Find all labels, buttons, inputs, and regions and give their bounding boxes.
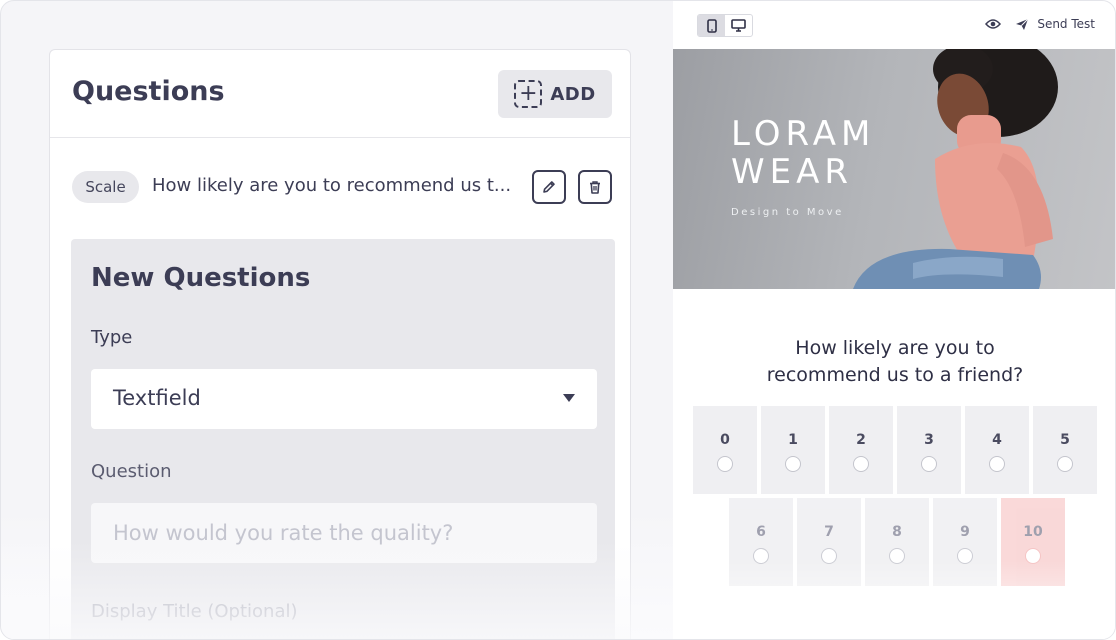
radio-circle-icon[interactable] (853, 456, 869, 472)
delete-question-button[interactable] (578, 170, 612, 204)
radio-circle-icon[interactable] (921, 456, 937, 472)
type-label: Type (91, 327, 133, 348)
survey-preview: Send Test LORAM WEAR Design to Move How … (673, 1, 1115, 639)
radio-circle-icon[interactable] (717, 456, 733, 472)
scale-option-3[interactable]: 3 (897, 406, 961, 494)
brand-line-2: WEAR (731, 152, 853, 192)
trash-icon (590, 181, 600, 194)
scale-option-label: 7 (824, 524, 834, 540)
mobile-icon (706, 18, 717, 33)
scale-option-label: 4 (992, 432, 1002, 448)
desktop-icon (731, 19, 746, 32)
question-input[interactable] (91, 503, 597, 563)
questions-header: Questions + ADD (50, 50, 630, 138)
brand-logo: LORAM WEAR (731, 115, 875, 191)
device-toggle (697, 14, 753, 37)
scale-option-5[interactable]: 5 (1033, 406, 1097, 494)
add-icon: + (514, 80, 543, 108)
question-label: Question (91, 461, 172, 482)
questions-title: Questions (72, 76, 225, 107)
radio-circle-icon[interactable] (889, 548, 905, 564)
mobile-view-button[interactable] (698, 15, 725, 36)
scale-option-label: 6 (756, 524, 766, 540)
question-list-item[interactable]: Scale How likely are you to recommend us… (50, 170, 630, 204)
scale-option-8[interactable]: 8 (865, 498, 929, 586)
send-test-label: Send Test (1037, 17, 1095, 31)
display-title-label: Display Title (Optional) (91, 601, 298, 622)
question-type-badge: Scale (72, 171, 139, 203)
preview-question-line-1: How likely are you to (795, 337, 995, 359)
app-frame: Questions + ADD Scale How likely are you… (0, 0, 1116, 640)
radio-circle-icon[interactable] (957, 548, 973, 564)
scale-option-label: 0 (720, 432, 730, 448)
radio-circle-icon[interactable] (1025, 548, 1041, 564)
new-question-form: New Questions Type Textfield Question Di… (71, 239, 615, 639)
type-select[interactable]: Textfield (91, 369, 597, 429)
scale-option-label: 3 (924, 432, 934, 448)
add-label: ADD (550, 83, 596, 105)
brand-line-1: LORAM (731, 114, 876, 154)
scale-option-4[interactable]: 4 (965, 406, 1029, 494)
scale-option-10[interactable]: 10 (1001, 498, 1065, 586)
desktop-view-button[interactable] (725, 15, 752, 36)
preview-question-line-2: recommend us to a friend? (766, 364, 1024, 386)
radio-circle-icon[interactable] (821, 548, 837, 564)
preview-question: How likely are you to recommend us to a … (673, 335, 1115, 389)
new-question-title: New Questions (91, 263, 311, 293)
caret-down-icon (563, 394, 575, 402)
scale-option-0[interactable]: 0 (693, 406, 757, 494)
hero-image: LORAM WEAR Design to Move (673, 49, 1115, 289)
scale-option-label: 2 (856, 432, 866, 448)
send-icon (1016, 18, 1029, 30)
radio-circle-icon[interactable] (989, 456, 1005, 472)
questions-panel: Questions + ADD Scale How likely are you… (49, 49, 631, 639)
eye-icon[interactable] (985, 18, 1002, 30)
pencil-icon (543, 181, 555, 193)
send-test-button[interactable]: Send Test (1015, 17, 1095, 31)
scale-option-label: 9 (960, 524, 970, 540)
add-question-button[interactable]: + ADD (498, 70, 612, 118)
scale-option-label: 1 (788, 432, 798, 448)
scale-option-6[interactable]: 6 (729, 498, 793, 586)
scale-option-2[interactable]: 2 (829, 406, 893, 494)
scale-option-label: 5 (1060, 432, 1070, 448)
edit-question-button[interactable] (532, 170, 566, 204)
type-select-value: Textfield (113, 386, 201, 410)
radio-circle-icon[interactable] (1057, 456, 1073, 472)
radio-circle-icon[interactable] (753, 548, 769, 564)
scale-option-label: 10 (1023, 524, 1043, 540)
radio-circle-icon[interactable] (785, 456, 801, 472)
brand-tagline: Design to Move (731, 207, 844, 218)
preview-actions: Send Test (985, 17, 1095, 31)
scale-option-label: 8 (892, 524, 902, 540)
scale-option-9[interactable]: 9 (933, 498, 997, 586)
scale-option-7[interactable]: 7 (797, 498, 861, 586)
scale-option-1[interactable]: 1 (761, 406, 825, 494)
question-text: How likely are you to recommend us t... (152, 175, 512, 196)
